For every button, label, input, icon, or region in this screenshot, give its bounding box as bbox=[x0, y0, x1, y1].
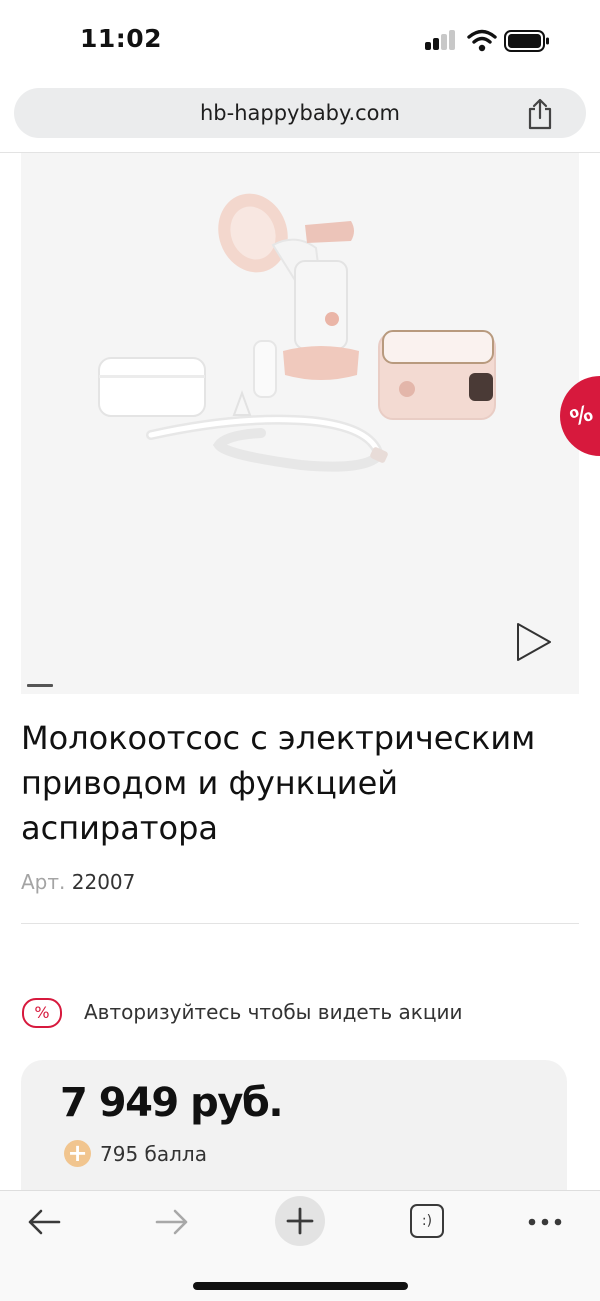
article-label: Арт. bbox=[21, 870, 66, 894]
tabs-button[interactable]: :) bbox=[410, 1204, 444, 1238]
bonus-points: 795 балла bbox=[100, 1142, 207, 1166]
product-image[interactable] bbox=[21, 153, 579, 694]
plus-icon[interactable] bbox=[284, 1205, 316, 1237]
battery-icon bbox=[504, 30, 549, 52]
cellular-signal-icon bbox=[425, 30, 457, 50]
back-arrow-icon[interactable] bbox=[26, 1206, 62, 1238]
divider bbox=[21, 923, 579, 924]
price: 7 949 руб. bbox=[60, 1080, 284, 1126]
promo-login-link[interactable]: Авторизуйтесь чтобы видеть акции bbox=[84, 998, 462, 1026]
forward-arrow-icon[interactable] bbox=[154, 1206, 190, 1238]
address-bar[interactable]: hb-happybaby.com bbox=[14, 88, 586, 138]
status-time: 11:02 bbox=[80, 24, 163, 53]
gallery-indicator[interactable] bbox=[27, 684, 53, 687]
article-number: 22007 bbox=[71, 870, 136, 894]
promo-badge: % bbox=[22, 998, 62, 1028]
bonus-plus-icon: + bbox=[64, 1140, 91, 1167]
more-icon[interactable] bbox=[528, 1212, 562, 1232]
article-row: Арт. 22007 bbox=[21, 870, 135, 894]
play-icon[interactable] bbox=[512, 620, 554, 664]
home-indicator[interactable] bbox=[193, 1282, 408, 1290]
url-text[interactable]: hb-happybaby.com bbox=[14, 88, 586, 138]
share-icon[interactable] bbox=[525, 98, 555, 130]
breast-pump-illustration bbox=[98, 193, 496, 472]
product-title: Молокоотсос с электрическим приводом и ф… bbox=[21, 719, 536, 847]
wifi-icon bbox=[467, 29, 497, 52]
